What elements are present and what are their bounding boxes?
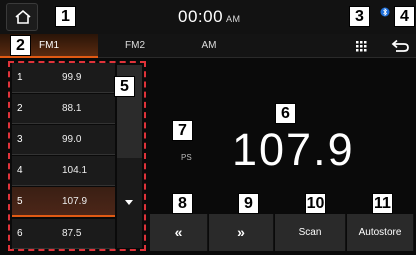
menu-button[interactable] bbox=[346, 36, 376, 56]
back-button[interactable] bbox=[384, 36, 414, 56]
callout-3: 3 bbox=[349, 6, 370, 27]
preset-number: 5 bbox=[17, 196, 23, 207]
preset-item[interactable]: 2 88.1 bbox=[12, 94, 115, 124]
preset-frequency: 87.5 bbox=[62, 228, 82, 239]
callout-11: 11 bbox=[372, 193, 393, 214]
preset-item[interactable]: 3 99.0 bbox=[12, 125, 115, 155]
tab-fm2[interactable]: FM2 bbox=[98, 34, 172, 58]
callout-2: 2 bbox=[10, 35, 31, 56]
home-icon bbox=[15, 9, 31, 24]
bluetooth-icon bbox=[380, 7, 390, 17]
callout-8: 8 bbox=[172, 193, 193, 214]
preset-frequency: 99.9 bbox=[62, 72, 82, 83]
preset-item-selected[interactable]: 5 107.9 bbox=[12, 187, 115, 217]
preset-item[interactable]: 1 99.9 bbox=[12, 63, 115, 93]
scroll-thumb[interactable] bbox=[117, 158, 142, 248]
grid-menu-icon bbox=[356, 41, 367, 52]
preset-item[interactable]: 6 87.5 bbox=[12, 219, 115, 249]
preset-number: 1 bbox=[17, 72, 23, 83]
preset-number: 2 bbox=[17, 103, 23, 114]
preset-frequency: 88.1 bbox=[62, 103, 82, 114]
preset-number: 6 bbox=[17, 228, 23, 239]
frequency-display: 107.9 bbox=[232, 124, 355, 175]
clock: 00:00 AM bbox=[178, 7, 241, 27]
back-arrow-icon bbox=[391, 39, 409, 52]
radio-screen: 00:00 AM FM1 FM2 AM 1 99.9 2 88.1 3 99.0… bbox=[0, 0, 416, 255]
preset-number: 3 bbox=[17, 134, 23, 145]
autostore-button[interactable]: Autostore bbox=[347, 214, 414, 251]
home-button[interactable] bbox=[6, 3, 38, 31]
callout-10: 10 bbox=[305, 193, 326, 214]
preset-frequency: 104.1 bbox=[62, 165, 88, 176]
scan-button[interactable]: Scan bbox=[275, 214, 346, 251]
clock-time: 00:00 bbox=[178, 7, 224, 26]
scroll-down-icon[interactable] bbox=[125, 200, 133, 205]
callout-6: 6 bbox=[275, 103, 296, 124]
preset-frequency: 99.0 bbox=[62, 134, 82, 145]
seek-forward-button[interactable]: » bbox=[209, 214, 274, 251]
callout-4: 4 bbox=[394, 6, 415, 27]
preset-number: 4 bbox=[17, 165, 23, 176]
clock-ampm: AM bbox=[226, 14, 241, 24]
callout-9: 9 bbox=[238, 193, 259, 214]
tab-am[interactable]: AM bbox=[172, 34, 246, 58]
callout-1: 1 bbox=[55, 6, 76, 27]
control-bar: « » Scan Autostore bbox=[150, 214, 414, 251]
ps-label: PS bbox=[181, 153, 192, 162]
callout-7: 7 bbox=[172, 120, 193, 141]
seek-back-button[interactable]: « bbox=[150, 214, 208, 251]
preset-item[interactable]: 4 104.1 bbox=[12, 156, 115, 186]
callout-5: 5 bbox=[114, 76, 135, 97]
preset-frequency: 107.9 bbox=[62, 196, 88, 207]
